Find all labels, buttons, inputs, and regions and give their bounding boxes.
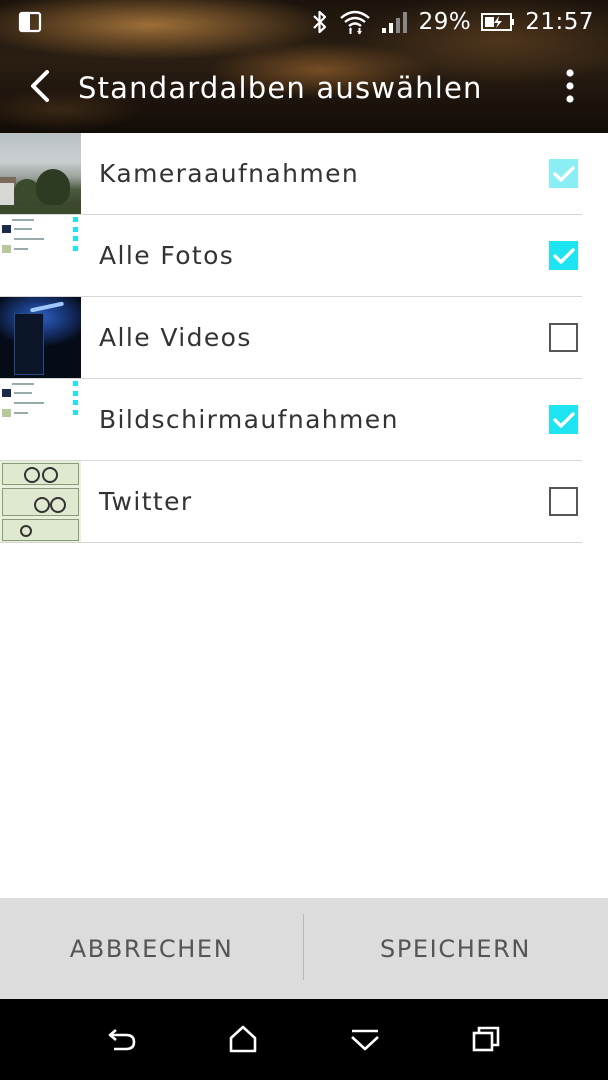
check-icon (552, 247, 575, 264)
nav-recent-apps-button[interactable] (464, 1019, 508, 1063)
check-icon (552, 411, 575, 428)
page-title: Standardalben auswählen (78, 71, 483, 105)
album-row-kameraaufnahmen[interactable]: Kameraaufnahmen (0, 133, 608, 215)
album-thumbnail (0, 379, 81, 460)
check-icon (552, 165, 575, 182)
back-button[interactable] (18, 66, 62, 110)
album-thumbnail (0, 215, 81, 296)
multi-window-icon (18, 10, 42, 34)
album-label: Bildschirmaufnahmen (99, 405, 399, 434)
album-list: Kameraaufnahmen Alle Fotos Alle Videos B… (0, 133, 608, 543)
status-icons: 29% 21:57 (311, 0, 594, 44)
navigation-bar (0, 999, 608, 1080)
album-row-twitter[interactable]: Twitter (0, 461, 608, 543)
nav-home-button[interactable] (221, 1019, 265, 1063)
album-checkbox[interactable] (549, 323, 578, 352)
clock: 21:57 (525, 9, 594, 35)
signal-icon (381, 10, 409, 34)
battery-charging-icon (481, 12, 515, 32)
album-row-alle-videos[interactable]: Alle Videos (0, 297, 608, 379)
album-thumbnail (0, 461, 81, 542)
album-thumbnail (0, 133, 81, 214)
album-thumbnail (0, 297, 81, 378)
album-checkbox[interactable] (549, 487, 578, 516)
album-row-bildschirmaufnahmen[interactable]: Bildschirmaufnahmen (0, 379, 608, 461)
home-icon (228, 1025, 258, 1057)
overflow-menu-button[interactable] (558, 66, 582, 110)
recent-apps-icon (471, 1025, 501, 1057)
app-header: 29% 21:57 Standardalben auswählen (0, 0, 608, 133)
album-label: Twitter (99, 487, 193, 516)
album-row-alle-fotos[interactable]: Alle Fotos (0, 215, 608, 297)
wifi-icon (339, 9, 371, 35)
action-bar: Standardalben auswählen (0, 44, 608, 133)
album-label: Alle Videos (99, 323, 252, 352)
album-label: Alle Fotos (99, 241, 235, 270)
dialog-button-bar: ABBRECHEN SPEICHERN (0, 898, 608, 999)
status-bar: 29% 21:57 (0, 0, 608, 44)
back-arrow-icon (27, 69, 53, 107)
notifications-pulldown-icon (349, 1025, 381, 1057)
back-nav-icon (106, 1025, 138, 1057)
save-button[interactable]: SPEICHERN (304, 898, 607, 999)
more-vert-icon (565, 68, 575, 108)
battery-percent: 29% (418, 9, 472, 35)
album-checkbox[interactable] (549, 405, 578, 434)
cancel-button[interactable]: ABBRECHEN (0, 898, 303, 999)
album-checkbox[interactable] (549, 241, 578, 270)
bluetooth-icon (311, 9, 329, 35)
album-label: Kameraaufnahmen (99, 159, 360, 188)
nav-notifications-button[interactable] (343, 1019, 387, 1063)
nav-back-button[interactable] (100, 1019, 144, 1063)
album-checkbox[interactable] (549, 159, 578, 188)
